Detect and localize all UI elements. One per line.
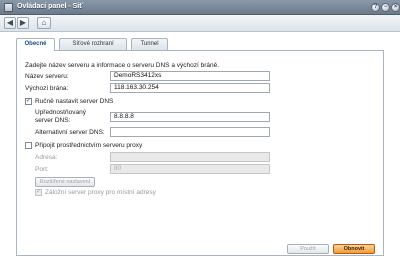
help-icon[interactable]: ? [371, 3, 380, 12]
alternative-dns-input[interactable] [110, 127, 270, 137]
bypass-local-label: Záložní server proxy pro místní adresy [45, 189, 156, 196]
apply-button[interactable]: Použít [287, 244, 329, 254]
default-gateway-label: Výchozí brána: [25, 85, 69, 92]
bypass-local-checkbox[interactable]: ✓ [35, 189, 42, 196]
window-titlebar: Ovládací panel - Síť ? − × [0, 0, 400, 15]
proxy-address-label: Adresa: [35, 154, 58, 161]
intro-text: Zadejte název serveru a informace o serv… [25, 62, 220, 69]
proxy-enable-label: Připojit prostřednictvím serveru proxy [35, 142, 143, 149]
tab-tunnel[interactable]: Tunnel [131, 38, 168, 50]
proxy-port-input[interactable]: 80 [110, 164, 270, 174]
alternative-dns-label: Alternativní server DNS: [35, 129, 105, 136]
tab-network-interface[interactable]: Síťové rozhraní [59, 38, 127, 50]
server-name-input[interactable]: DemoRS3412xs [110, 71, 270, 81]
manual-dns-label: Ručně nastavit server DNS [35, 98, 114, 105]
reset-button[interactable]: Obnovit [333, 244, 375, 254]
preferred-dns-label-line1: Upřednostňovaný [35, 109, 86, 116]
preferred-dns-input[interactable]: 8.8.8.8 [110, 112, 270, 122]
proxy-checkbox[interactable] [25, 142, 32, 149]
general-settings-panel: Zadejte název serveru a informace o serv… [16, 50, 384, 256]
home-icon[interactable]: ⌂ [37, 17, 51, 29]
back-arrow-icon[interactable]: ◀ [4, 17, 16, 29]
minimize-icon[interactable]: − [381, 3, 390, 12]
proxy-address-input[interactable] [110, 152, 270, 162]
proxy-port-label: Port: [35, 166, 49, 173]
forward-arrow-icon[interactable]: ▶ [17, 17, 29, 29]
window-title: Ovládací panel - Síť [17, 3, 83, 10]
preferred-dns-label-line2: server DNS: [35, 117, 71, 124]
advanced-settings-button[interactable]: Rozšířené nastavení [35, 177, 95, 187]
close-icon[interactable]: × [391, 3, 400, 12]
tab-general[interactable]: Obecné [16, 38, 55, 51]
server-name-label: Název serveru: [25, 73, 69, 80]
default-gateway-input[interactable]: 118.163.30.254 [110, 83, 270, 93]
control-panel-app-icon [4, 3, 13, 12]
toolbar: ◀ ▶ ⌂ [0, 15, 400, 32]
manual-dns-checkbox[interactable]: ✓ [25, 98, 32, 105]
